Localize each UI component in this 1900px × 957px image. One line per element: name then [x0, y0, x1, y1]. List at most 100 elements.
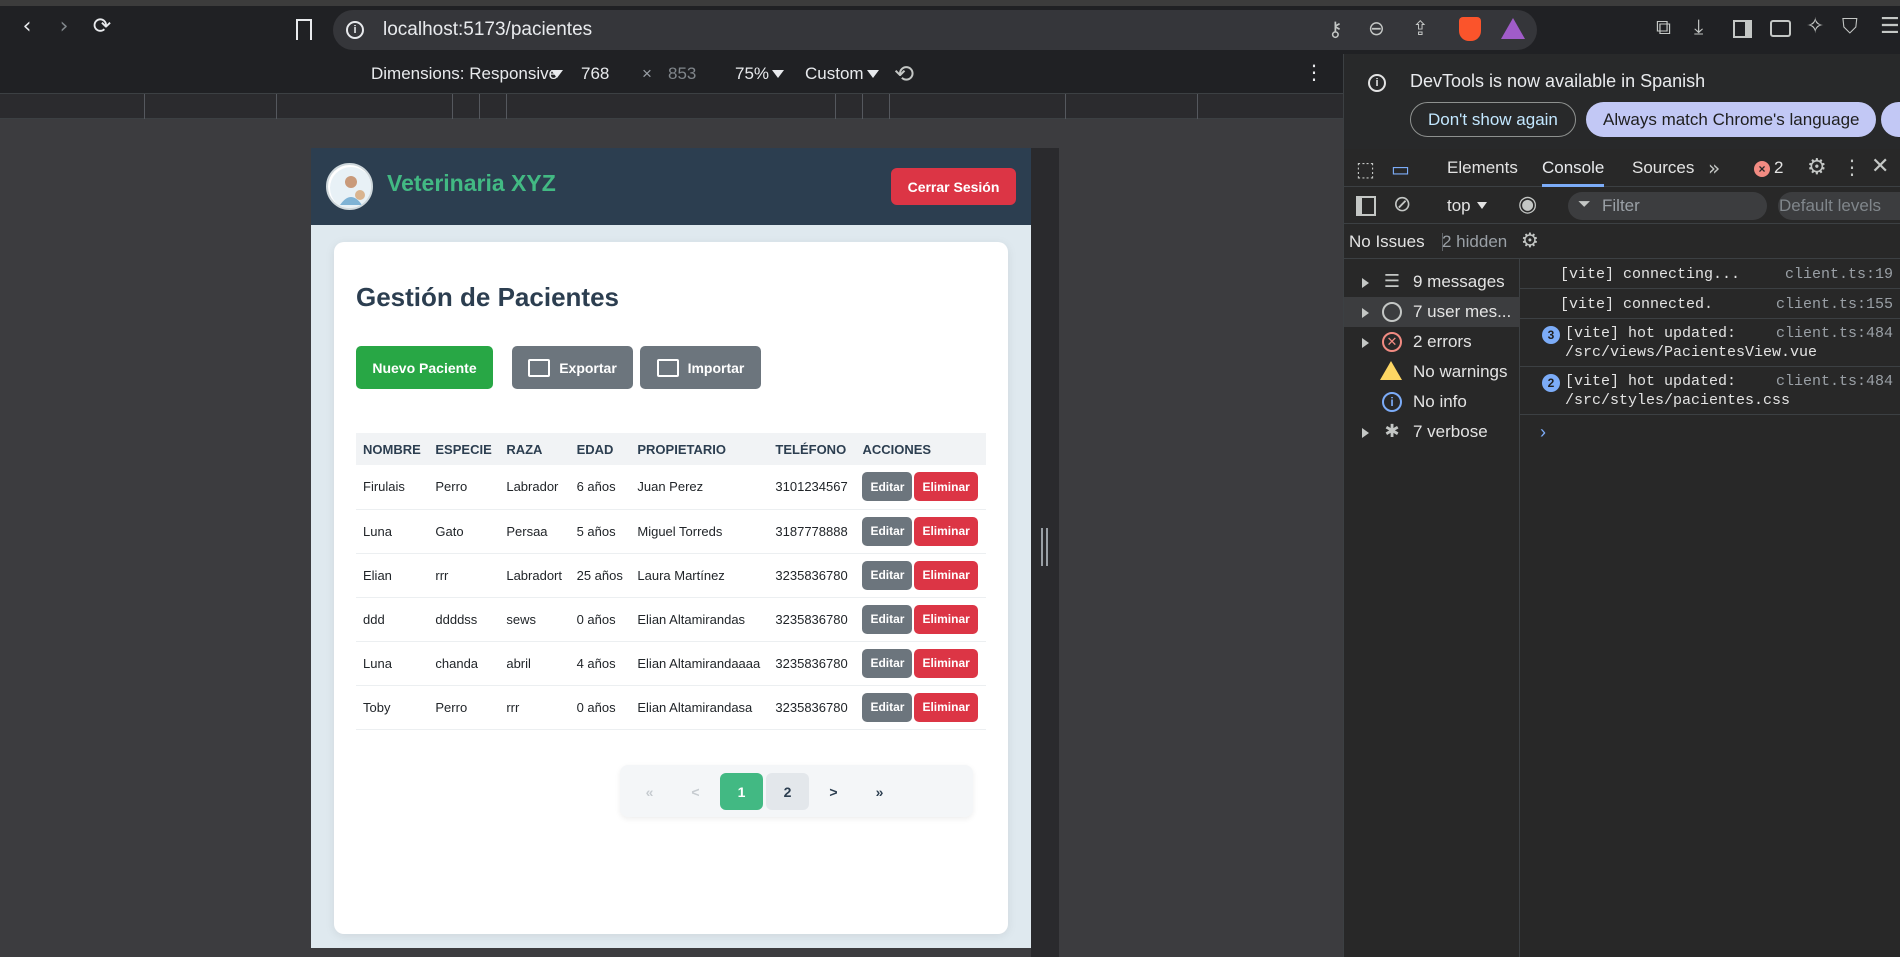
zoom-icon[interactable]: ⊖	[1368, 16, 1385, 40]
column-header[interactable]: ESPECIE	[428, 433, 500, 465]
delete-button[interactable]: Eliminar	[914, 560, 978, 590]
column-header[interactable]: PROPIETARIO	[630, 433, 769, 465]
sidebar-toggle-icon[interactable]	[1356, 196, 1376, 216]
eye-icon[interactable]: ◉	[1518, 192, 1537, 217]
edit-button[interactable]: Editar	[862, 648, 913, 678]
pagination: « < 1 2 > »	[620, 765, 973, 817]
delete-button[interactable]: Eliminar	[914, 472, 978, 502]
more-options-icon[interactable]: ⋮	[1842, 155, 1862, 179]
app-header: Veterinaria XYZ Cerrar Sesión	[311, 148, 1031, 225]
last-page-button[interactable]: »	[858, 773, 901, 810]
log-source-link[interactable]: client.ts:19	[1785, 266, 1893, 283]
error-count[interactable]: 2	[1774, 149, 1783, 187]
delete-button[interactable]: Eliminar	[914, 604, 978, 634]
site-info-icon[interactable]: i	[346, 21, 364, 39]
resize-handle[interactable]	[1041, 528, 1048, 566]
tab-sources[interactable]: Sources	[1632, 149, 1694, 187]
tab-elements[interactable]: Elements	[1447, 149, 1518, 187]
device-toggle-icon[interactable]: ▭	[1391, 157, 1410, 181]
import-button[interactable]: Importar	[640, 346, 761, 389]
back-icon[interactable]: ‹	[14, 14, 40, 40]
chevron-down-icon	[1477, 202, 1487, 209]
column-header[interactable]: TELÉFONO	[768, 433, 856, 465]
zoom-select[interactable]: 75%	[735, 54, 769, 94]
settings-icon[interactable]: ⚙	[1807, 155, 1827, 180]
edit-button[interactable]: Editar	[862, 472, 913, 502]
sidebar-item-verbose[interactable]: ✱ 7 verbose	[1344, 417, 1520, 447]
console-prompt-icon[interactable]: ›	[1540, 422, 1546, 443]
delete-button[interactable]: Eliminar	[914, 692, 978, 722]
inspect-icon[interactable]: ⬚	[1356, 157, 1375, 181]
height-input[interactable]: 853	[668, 54, 696, 94]
banner-more-button[interactable]	[1881, 102, 1900, 137]
edit-button[interactable]: Editar	[862, 560, 913, 590]
edit-button[interactable]: Editar	[862, 692, 913, 722]
context-select[interactable]: top	[1447, 187, 1471, 224]
first-page-button[interactable]: «	[628, 773, 671, 810]
table-cell: 3235836780	[768, 641, 856, 686]
table-cell: 0 años	[569, 597, 631, 642]
key-icon[interactable]: ⚷	[1328, 17, 1343, 41]
sidebar-item-user-messages[interactable]: 7 user mes...	[1344, 297, 1520, 327]
column-header[interactable]: NOMBRE	[356, 433, 429, 465]
url-text[interactable]: localhost:5173/pacientes	[383, 17, 592, 43]
column-header[interactable]: RAZA	[499, 433, 570, 465]
media-query-ruler[interactable]	[0, 94, 1343, 119]
patients-table: NOMBRE ESPECIE RAZA EDAD PROPIETARIO TEL…	[356, 433, 986, 730]
share-icon[interactable]: ⇪	[1412, 16, 1429, 40]
log-source-link[interactable]: client.ts:484	[1776, 325, 1893, 342]
throttle-select[interactable]: Custom	[805, 54, 864, 94]
log-source-link[interactable]: client.ts:155	[1776, 296, 1893, 313]
match-language-button[interactable]: Always match Chrome's language	[1586, 102, 1877, 137]
table-cell: Persaa	[499, 509, 570, 554]
reload-icon[interactable]: ⟳	[89, 14, 115, 40]
sidebar-icon[interactable]	[1733, 20, 1752, 38]
next-page-button[interactable]: >	[812, 773, 855, 810]
issues-count[interactable]: No Issues	[1349, 224, 1425, 259]
column-header[interactable]: EDAD	[569, 433, 631, 465]
log-entry[interactable]: 2 [vite] hot updated: /src/styles/pacien…	[1520, 367, 1900, 415]
log-entry[interactable]: [vite] connecting... client.ts:19	[1520, 259, 1900, 289]
vpn-icon[interactable]: ⛉	[1842, 14, 1858, 39]
table-cell: Laura Martínez	[630, 553, 769, 598]
brave-rewards-icon[interactable]	[1501, 18, 1525, 39]
sidebar-item-warnings[interactable]: No warnings	[1344, 357, 1520, 387]
table-cell: 3235836780	[768, 597, 856, 642]
prev-page-button[interactable]: <	[674, 773, 717, 810]
wallet-icon[interactable]	[1770, 20, 1791, 37]
sidebar-item-messages[interactable]: ☰ 9 messages	[1344, 267, 1520, 297]
page-button-1[interactable]: 1	[720, 773, 763, 810]
more-tabs-icon[interactable]: »	[1708, 156, 1720, 180]
more-options-icon[interactable]: ⋮	[1304, 60, 1324, 84]
dont-show-again-button[interactable]: Don't show again	[1410, 102, 1576, 137]
rotate-icon[interactable]: ⟲	[894, 60, 914, 88]
dimensions-select[interactable]: Dimensions: Responsive	[371, 54, 558, 94]
tab-console[interactable]: Console	[1542, 149, 1605, 187]
extensions-icon[interactable]: ⧉	[1656, 15, 1671, 40]
edit-button[interactable]: Editar	[862, 604, 913, 634]
sidebar-item-errors[interactable]: ✕ 2 errors	[1344, 327, 1520, 357]
new-patient-button[interactable]: Nuevo Paciente	[356, 346, 493, 389]
menu-icon[interactable]: ☰	[1880, 14, 1900, 39]
log-entry[interactable]: 3 [vite] hot updated: /src/views/Pacient…	[1520, 319, 1900, 367]
delete-button[interactable]: Eliminar	[914, 516, 978, 546]
leo-ai-icon[interactable]: ✧	[1806, 14, 1824, 39]
sidebar-item-info[interactable]: i No info	[1344, 387, 1520, 417]
forward-icon[interactable]: ›	[51, 14, 77, 40]
page-button-2[interactable]: 2	[766, 773, 809, 810]
log-source-link[interactable]: client.ts:484	[1776, 373, 1893, 390]
download-icon[interactable]: ⤓	[1694, 15, 1703, 40]
brave-shield-icon[interactable]	[1459, 17, 1481, 41]
delete-button[interactable]: Eliminar	[914, 648, 978, 678]
clear-console-icon[interactable]: ⊘	[1393, 192, 1411, 217]
table-cell: Gato	[428, 509, 500, 554]
close-icon[interactable]: ✕	[1871, 154, 1889, 179]
logout-button[interactable]: Cerrar Sesión	[891, 168, 1016, 205]
bookmark-icon[interactable]	[296, 19, 312, 40]
log-entry[interactable]: [vite] connected. client.ts:155	[1520, 289, 1900, 319]
export-button[interactable]: Exportar	[512, 346, 633, 389]
edit-button[interactable]: Editar	[862, 516, 913, 546]
width-input[interactable]: 768	[581, 54, 609, 94]
settings-icon[interactable]: ⚙	[1521, 228, 1539, 252]
filter-input[interactable]	[1568, 192, 1767, 220]
